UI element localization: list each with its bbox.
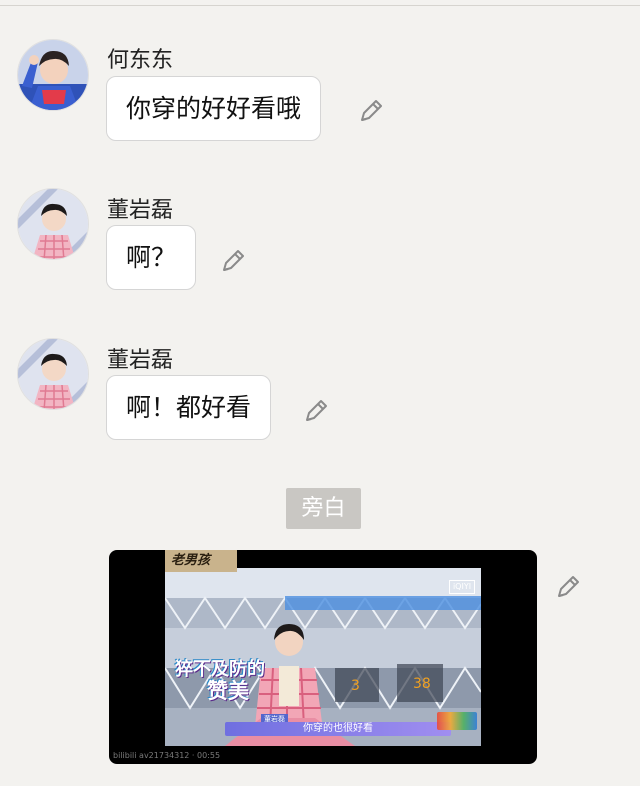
avatar[interactable]: [17, 188, 89, 260]
show-logo: 老男孩: [165, 550, 237, 572]
pencil-icon[interactable]: [356, 96, 386, 126]
avatar[interactable]: [17, 39, 89, 111]
avatar-image: [18, 339, 88, 409]
avatar[interactable]: [17, 338, 89, 410]
message-bubble[interactable]: 啊？: [106, 225, 197, 290]
sender-name: 何东东: [107, 48, 174, 73]
pencil-icon[interactable]: [218, 246, 248, 276]
narration-label[interactable]: 旁白: [286, 488, 361, 529]
message-bubble[interactable]: 啊！都好看: [106, 375, 272, 440]
message-bubble[interactable]: 你穿的好好看哦: [106, 76, 322, 141]
sender-name: 董岩磊: [107, 348, 174, 373]
pencil-icon[interactable]: [301, 396, 331, 426]
iqiyi-badge: iQIYI: [449, 580, 475, 594]
video-caption-line2: 赞美: [207, 679, 249, 703]
svg-text:38: 38: [413, 676, 431, 692]
pencil-icon[interactable]: [553, 572, 583, 602]
top-divider: [0, 0, 640, 6]
avatar-image: [18, 189, 88, 259]
bilibili-watermark: bilibili av21734312 · 00:55: [113, 751, 221, 760]
channel-logo: [437, 712, 477, 730]
video-subtitle: 你穿的也很好看: [225, 722, 451, 736]
video-thumbnail[interactable]: 3 38 老男孩 iQIYI 猝不及防的 赞美 董岩磊 你穿的也很好看 bili…: [109, 550, 537, 764]
sender-name: 董岩磊: [107, 198, 174, 223]
avatar-image: [18, 40, 88, 110]
svg-text:3: 3: [351, 678, 360, 694]
